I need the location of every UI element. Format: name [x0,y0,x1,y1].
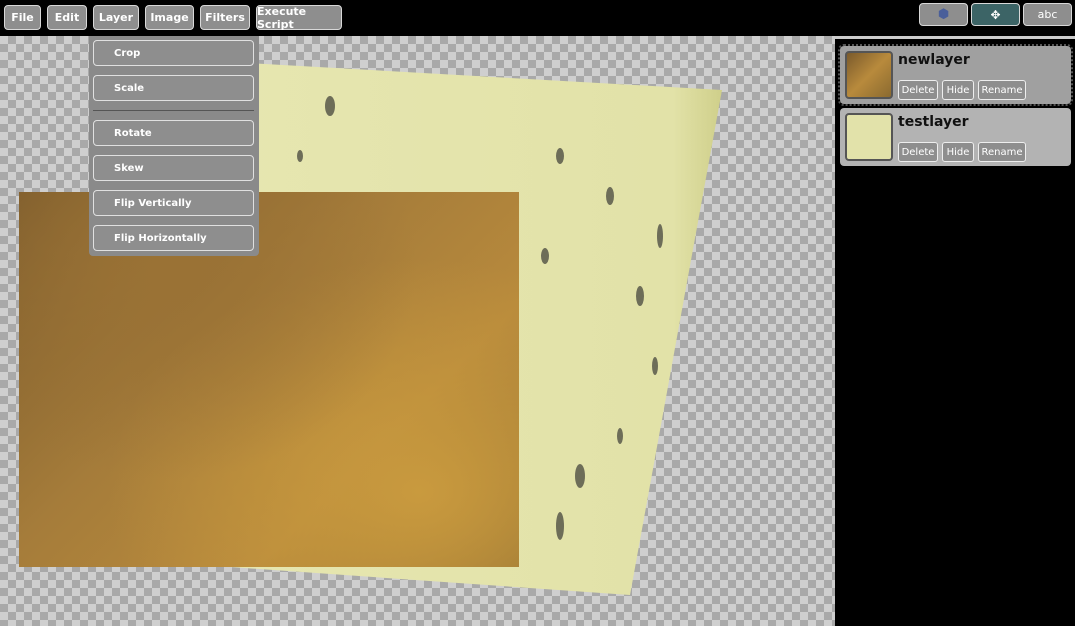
rename-layer-button[interactable]: Rename [978,80,1026,100]
move-icon: ✥ [990,7,1001,22]
layer-name: testlayer [898,114,969,130]
menu-layer[interactable]: Layer [93,5,139,30]
delete-layer-button[interactable]: Delete [898,80,938,100]
hexagon-icon: ⬢ [937,7,950,22]
layers-panel: newlayer Delete Hide Rename testlayer De… [835,36,1075,626]
hide-layer-button[interactable]: Hide [942,142,974,162]
rename-layer-button[interactable]: Rename [978,142,1026,162]
hide-layer-button[interactable]: Hide [942,80,974,100]
menu-separator [93,110,254,111]
tool-move-button[interactable]: ✥ [971,3,1020,26]
menu-item-flip-vertically[interactable]: Flip Vertically [93,190,254,216]
menu-execute-script[interactable]: Execute Script [256,5,342,31]
menu-edit[interactable]: Edit [47,5,87,30]
menu-filters[interactable]: Filters [200,5,250,30]
layer-thumbnail [845,51,893,99]
layer-thumbnail [845,113,893,161]
menu-item-rotate[interactable]: Rotate [93,120,254,146]
menu-item-skew[interactable]: Skew [93,155,254,181]
tool-text-button[interactable]: abc [1023,3,1072,26]
layer-name: newlayer [898,52,970,68]
layer-dropdown-menu: Crop Scale Rotate Skew Flip Vertically F… [89,36,259,256]
tool-shape-button[interactable]: ⬢ [919,3,968,26]
menu-item-flip-horizontally[interactable]: Flip Horizontally [93,225,254,251]
menu-item-scale[interactable]: Scale [93,75,254,101]
delete-layer-button[interactable]: Delete [898,142,938,162]
menu-item-crop[interactable]: Crop [93,40,254,66]
layer-item-testlayer[interactable]: testlayer Delete Hide Rename [840,108,1071,166]
layer-item-newlayer[interactable]: newlayer Delete Hide Rename [838,44,1073,106]
menu-file[interactable]: File [4,5,41,30]
menu-image[interactable]: Image [145,5,194,30]
